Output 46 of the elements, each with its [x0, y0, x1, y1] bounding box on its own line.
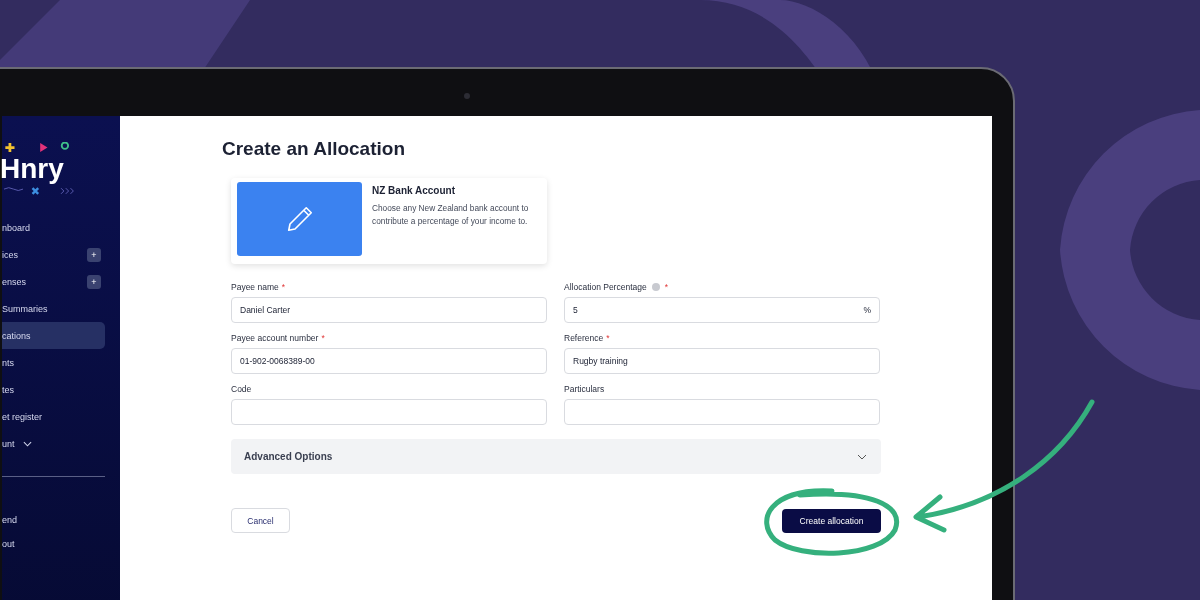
- advanced-options-toggle[interactable]: Advanced Options: [231, 439, 881, 474]
- logo-text: Hnry: [0, 153, 64, 185]
- sidebar-item[interactable]: end: [2, 508, 105, 532]
- card-title: NZ Bank Account: [372, 185, 456, 196]
- field-value: Daniel Carter: [240, 305, 291, 315]
- sidebar-item[interactable]: ices +: [2, 241, 105, 268]
- sidebar-item[interactable]: Summaries: [2, 295, 105, 322]
- input-field[interactable]: 5 %: [564, 297, 880, 323]
- sidebar-item[interactable]: cations: [2, 322, 105, 349]
- sidebar-item[interactable]: unt: [2, 430, 105, 457]
- required-mark: *: [281, 282, 286, 292]
- field-label: Reference: [564, 333, 604, 343]
- input-field[interactable]: [231, 399, 547, 425]
- input-field[interactable]: [564, 399, 880, 425]
- required-mark: *: [321, 333, 325, 343]
- sidebar-item[interactable]: et register: [2, 403, 105, 430]
- input-field[interactable]: Rugby training: [564, 348, 880, 374]
- sidebar-item[interactable]: nboard: [2, 214, 105, 241]
- input-field[interactable]: 01-902-0068389-00: [231, 348, 547, 374]
- field-value: Rugby training: [573, 356, 628, 366]
- field-value: 5: [573, 305, 578, 315]
- field-suffix: %: [863, 305, 871, 315]
- required-mark: *: [664, 282, 668, 292]
- camera-icon: [464, 93, 470, 99]
- create-allocation-button[interactable]: Create allocation: [782, 508, 881, 533]
- card-description: Choose any New Zealand bank account to contribute a percentage of your income to.: [372, 202, 530, 227]
- field-label: Payee name: [231, 282, 279, 292]
- sidebar-item[interactable]: tes: [2, 376, 105, 403]
- field-label: Allocation Percentage: [564, 282, 647, 292]
- add-button[interactable]: +: [87, 247, 101, 262]
- help-icon[interactable]: [651, 283, 660, 291]
- sidebar-item[interactable]: nts: [2, 349, 105, 376]
- field-label: Particulars: [564, 384, 605, 394]
- page-title: Create an Allocation: [222, 138, 406, 160]
- sidebar-item[interactable]: out: [2, 532, 105, 556]
- required-mark: *: [606, 333, 610, 343]
- field-value: 01-902-0068389-00: [240, 356, 315, 366]
- chevron-icon: [857, 453, 867, 460]
- sidebar-item[interactable]: enses +: [2, 268, 105, 295]
- add-button[interactable]: +: [87, 274, 101, 289]
- option-card[interactable]: NZ Bank Account Choose any New Zealand bank account to contribute a percentage of your income to.: [231, 178, 547, 264]
- chevron-down-icon: [22, 440, 32, 447]
- cancel-button[interactable]: Cancel: [231, 508, 290, 533]
- field-label: Payee account number: [231, 333, 319, 343]
- field-label: Code: [231, 384, 252, 394]
- input-field[interactable]: Daniel Carter: [231, 297, 547, 323]
